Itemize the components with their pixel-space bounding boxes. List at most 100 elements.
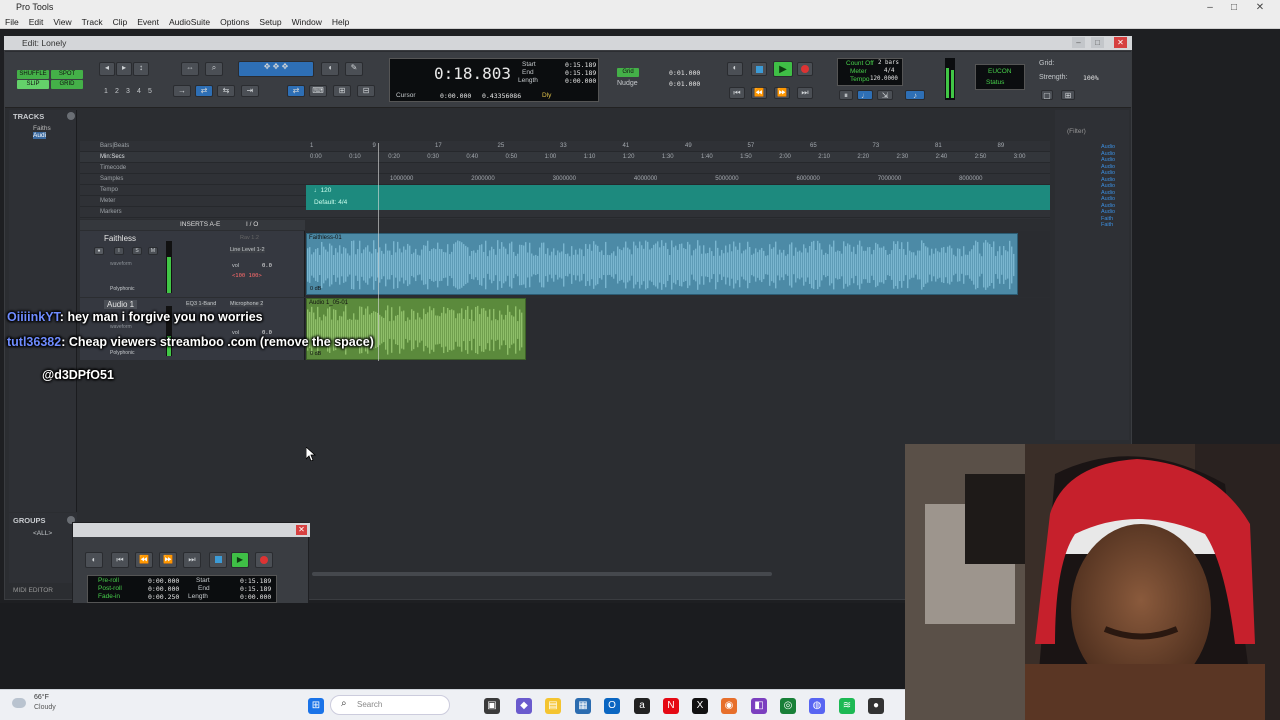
amazon-icon[interactable]: a [634, 698, 650, 714]
zoom-preset-1[interactable]: 1 [104, 88, 108, 95]
firefox-icon[interactable]: ◉ [721, 698, 737, 714]
transport-window[interactable]: ✕ ◐ ⏮ ⏪ ⏩ ⏭ ▶ Pre-roll Post-roll Fade-in… [72, 522, 310, 610]
grid-value[interactable]: 0:01.000 [669, 69, 700, 77]
clip-list-item[interactable]: Faith [1101, 216, 1113, 222]
io-header[interactable]: I / O [246, 221, 258, 228]
menu-event[interactable]: Event [132, 15, 164, 29]
clip-list-item[interactable]: Audio [1101, 196, 1115, 202]
clip-gain[interactable]: 0 dB [310, 286, 321, 292]
mute-button[interactable]: M [148, 247, 158, 255]
link-icon[interactable]: ⇄ [195, 85, 213, 97]
clip-gain[interactable]: 0 dB [310, 351, 321, 357]
input-selector[interactable]: Microphone 2 [230, 301, 264, 307]
online-icon[interactable]: ◐ [727, 62, 743, 76]
end-value[interactable]: 0:15.189 [240, 585, 271, 593]
store-icon[interactable]: ▦ [575, 698, 591, 714]
audio-clip[interactable]: Faithless-01 0 dB [306, 233, 1018, 295]
edit-minimize-icon[interactable]: – [1072, 37, 1085, 48]
clip-list-item[interactable]: Audio [1101, 190, 1115, 196]
merge-icon[interactable]: ⇲ [877, 90, 893, 100]
postroll-value[interactable]: 0:00.000 [148, 585, 179, 593]
main-counter[interactable]: 0:18.803 [434, 64, 511, 83]
weather-desc[interactable]: Cloudy [34, 704, 56, 711]
count-bars[interactable]: 2 bars [878, 60, 899, 66]
clip-list-item[interactable]: Audio [1101, 144, 1115, 150]
track-list-item[interactable]: Audi [33, 132, 47, 139]
track-header[interactable]: Faithless ● I S M waveform Polyphonic Ra… [80, 231, 305, 297]
discord-icon[interactable]: ◍ [809, 698, 825, 714]
menu-clip[interactable]: Clip [108, 15, 133, 29]
track-name[interactable]: Faithless [104, 234, 136, 243]
preroll-value[interactable]: 0:00.000 [148, 577, 179, 585]
record-arm-button[interactable]: ● [94, 247, 104, 255]
play-icon[interactable]: ▶ [231, 552, 249, 568]
playhead-cursor[interactable] [378, 143, 379, 361]
insert-slot[interactable]: EQ3 1-Band [186, 301, 217, 307]
menu-view[interactable]: View [48, 15, 76, 29]
copilot-icon[interactable]: ◆ [516, 698, 532, 714]
wait-for-note-icon[interactable]: ⏸ [839, 90, 853, 100]
postroll-label[interactable]: Post-roll [98, 585, 122, 592]
count-off-label[interactable]: Count Off [846, 60, 874, 67]
tempo-meter-lane[interactable]: ♩120 Default: 4/4 [306, 185, 1050, 210]
fadein-value[interactable]: 0:00.250 [148, 593, 179, 601]
zoom-preset-5[interactable]: 5 [148, 88, 152, 95]
record-icon[interactable] [255, 552, 273, 568]
end-value[interactable]: 0:15.189 [565, 69, 596, 77]
mode-spot[interactable]: SPOT [51, 70, 83, 79]
track-name[interactable]: Audio 1 [104, 300, 138, 309]
zoom-out-icon[interactable]: ◂ [99, 62, 115, 76]
stop-icon[interactable] [209, 552, 227, 568]
clip-list-item[interactable]: Audio [1101, 164, 1115, 170]
clip-list-item[interactable]: Audio [1101, 209, 1115, 215]
close-icon[interactable]: ✕ [1248, 0, 1272, 15]
track-list-item[interactable]: Faiths [33, 125, 51, 132]
start-value[interactable]: 0:15.189 [565, 61, 596, 69]
track-view-selector[interactable]: waveform [110, 324, 132, 330]
inserts-header[interactable]: INSERTS A-E [180, 221, 220, 228]
keyboard-focus-icon[interactable]: ⌨ [309, 85, 327, 97]
maximize-icon[interactable]: □ [1222, 0, 1246, 15]
edit-close-icon[interactable]: ✕ [1114, 37, 1127, 48]
weather-icon[interactable] [12, 698, 26, 708]
edit-maximize-icon[interactable]: □ [1091, 37, 1104, 48]
volume-value[interactable]: 0.0 [262, 263, 272, 269]
fast-forward-icon[interactable]: ⏩ [774, 87, 790, 99]
input-selector[interactable]: Line Level 1-2 [230, 247, 265, 253]
meter-marker[interactable]: Default: 4/4 [314, 199, 347, 206]
scrubber-icon[interactable]: ◖ [321, 62, 339, 76]
clip-list-item[interactable]: Audio [1101, 157, 1115, 163]
rewind-icon[interactable]: ⏪ [135, 552, 153, 568]
groove-icon[interactable]: ⊞ [1061, 90, 1075, 100]
clip-list-item[interactable]: Audio [1101, 183, 1115, 189]
nudge-value[interactable]: 0:01.000 [669, 80, 700, 88]
tab-to-transient-icon[interactable]: → [173, 85, 191, 97]
stop-icon[interactable] [751, 62, 767, 76]
mode-slip[interactable]: SLIP [17, 80, 49, 89]
menu-audiosuite[interactable]: AudioSuite [164, 15, 215, 29]
length-value[interactable]: 0:00.000 [565, 77, 596, 85]
input-monitor-button[interactable]: I [114, 247, 124, 255]
task-view-icon[interactable]: ▣ [484, 698, 500, 714]
smart-tool-icon[interactable]: ✥ ✥ ✥ [238, 61, 314, 77]
weather-temp[interactable]: 66°F [34, 694, 49, 701]
tempo-marker[interactable]: ♩120 [314, 187, 331, 194]
tracks-menu-icon[interactable] [67, 112, 75, 120]
zoomer-tool-icon[interactable]: ⇔ [181, 62, 199, 76]
voice-selector[interactable]: Polyphonic [110, 350, 134, 356]
tempo-value[interactable]: 120.0000 [870, 76, 898, 82]
menu-file[interactable]: File [0, 15, 24, 29]
menu-edit[interactable]: Edit [24, 15, 49, 29]
grid-label[interactable]: Grid [617, 68, 639, 77]
windows-start-icon[interactable]: ⊞ [308, 698, 324, 714]
chrome-icon[interactable]: ◎ [780, 698, 796, 714]
transport-titlebar[interactable]: ✕ [73, 523, 310, 537]
zoom-preset-2[interactable]: 2 [115, 88, 119, 95]
transport-close-icon[interactable]: ✕ [296, 525, 307, 535]
ruler-timecode[interactable]: Timecode [80, 163, 1050, 174]
insert-slot[interactable]: Rav 1.2 [240, 235, 259, 241]
clip-list-item[interactable]: Faith [1101, 222, 1113, 228]
spotify-icon[interactable]: ≋ [839, 698, 855, 714]
clips-filter[interactable]: (Filter) [1067, 128, 1086, 135]
edit-window-titlebar[interactable]: Edit: Lonely – □ ✕ [4, 36, 1132, 50]
